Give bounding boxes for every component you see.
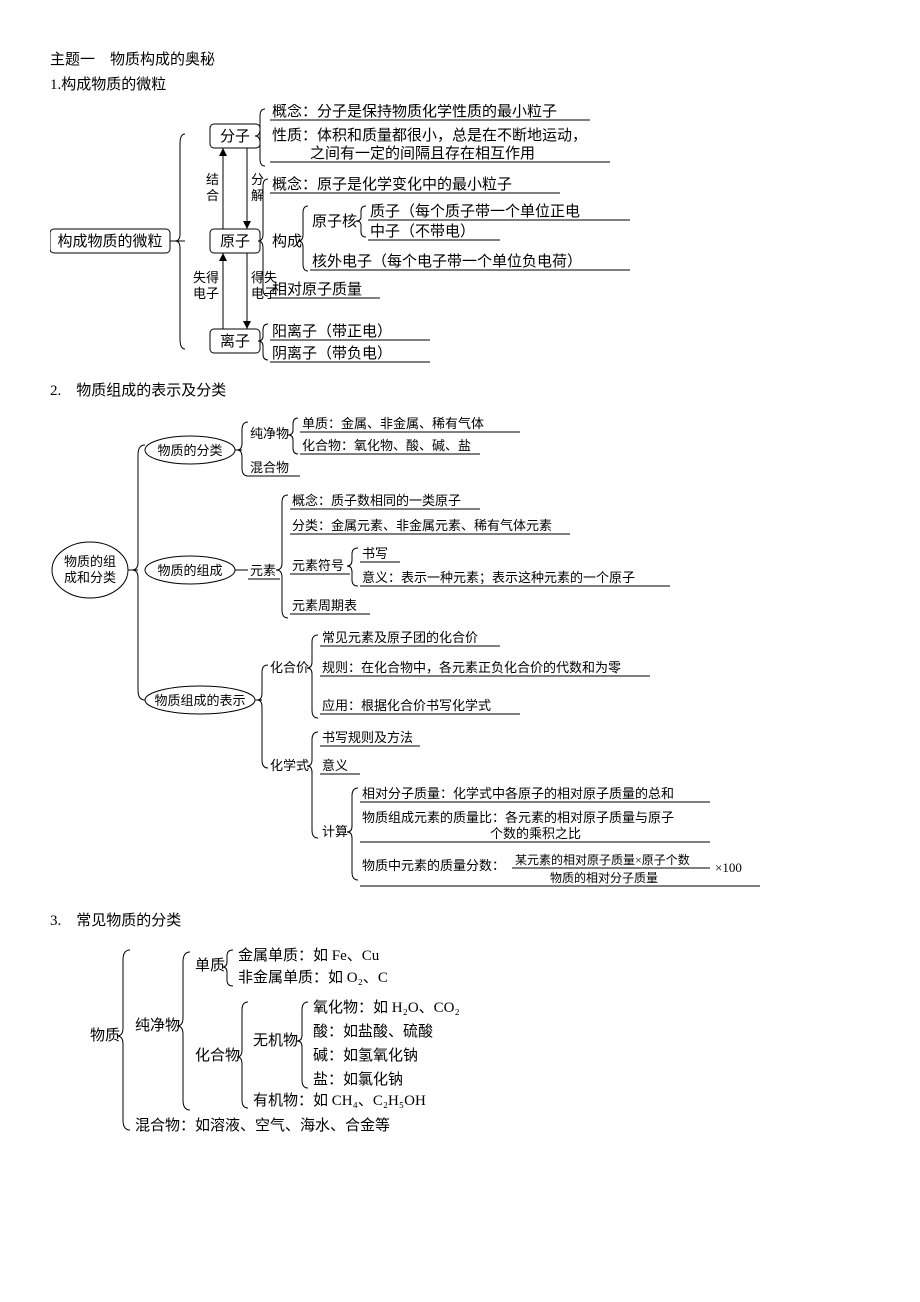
d2-root2: 成和分类 [64,570,116,585]
d3-salt: 盐：如氯化钠 [313,1071,403,1088]
d2-pure: 纯净物 [250,426,289,441]
d1-ion: 离子 [220,333,250,350]
d2-formula: 化学式 [270,758,309,773]
d2-simple: 单质：金属、非金属、稀有气体 [302,416,484,431]
d1-mol-prop2: 之间有一定的间隔且存在相互作用 [310,145,535,162]
d2-frac2: 物质的相对分子质量 [550,870,658,885]
d2-valence: 化合价 [270,660,309,675]
d1-decomp2: 解 [251,188,264,203]
d2-compound: 化合物：氧化物、酸、碱、盐 [302,438,471,453]
d2-rule: 规则：在化合物中，各元素正负化合价的代数和为零 [322,660,621,675]
d2-elem-concept: 概念：质子数相同的一类原子 [292,493,461,508]
d2-elem-cls: 分类：金属元素、非金属元素、稀有气体元素 [292,518,552,533]
d2-write: 书写 [362,546,388,561]
d2-comp: 物质的组成 [157,563,222,578]
d1-combine2: 合 [206,188,219,203]
d1-lose2: 电子 [193,286,219,301]
d2-root1: 物质的组 [64,554,116,569]
diagram-3: 物质 纯净物 混合物：如溶液、空气、海水、合金等 单质 化合物 金属单质：如 F… [50,940,650,1140]
d3-nonmetal: 非金属单质：如 O₂、C [238,969,388,986]
d2-fmean: 意义 [322,758,348,773]
d2-calc: 计算 [322,824,348,839]
d2-ratio2: 个数的乘积之比 [490,826,581,841]
d3-compound: 化合物 [195,1047,240,1064]
diagram-2: 物质的组 成和分类 物质的分类 纯净物 单质：金属、非金属、稀有气体 化合物：氧… [50,410,870,890]
d3-org: 有机物：如 CH₄、C₂H₅OH [253,1092,426,1109]
d2-ptable: 元素周期表 [292,598,357,613]
d2-frac0: 物质中元素的质量分数： [362,858,505,873]
d3-simple: 单质 [195,957,225,974]
d3-metal: 金属单质：如 Fe、Cu [238,947,380,964]
d1-mol-prop1: 性质：体积和质量都很小，总是在不断地运动， [272,127,587,144]
d1-decomp1: 分 [251,172,264,187]
d1-nucleus: 原子核 [312,213,357,230]
d3-acid: 酸：如盐酸、硫酸 [313,1023,433,1040]
diagram-1: 构成物质的微粒 分子 原子 离子 结 合 分 解 失得 电子 得失 电子 概念：… [50,104,870,364]
d3-inorg: 无机物 [253,1032,298,1049]
d2-relmm: 相对分子质量：化学式中各原子的相对原子质量的总和 [362,786,674,801]
section3-title: 3. 常见物质的分类 [50,911,870,932]
d3-mix: 混合物：如溶液、空气、海水、合金等 [135,1116,390,1134]
d1-mol-concept: 概念：分子是保持物质化学性质的最小粒子 [272,104,557,120]
d1-electron: 核外电子（每个电子带一个单位负电荷） [312,253,582,270]
d1-molecule: 分子 [220,128,250,145]
d1-atom: 原子 [220,233,250,250]
d3-base: 碱：如氢氧化钠 [313,1047,418,1064]
d2-meaning: 意义：表示一种元素；表示这种元素的一个原子 [362,570,635,586]
d1-proton: 质子（每个质子带一个单位正电 [370,203,580,220]
d2-cls: 物质的分类 [157,443,222,458]
d1-lose1: 失得 [193,270,219,285]
d1-cation: 阳离子（带正电） [272,323,392,340]
d1-relmass: 相对原子质量 [272,281,362,298]
section2-title: 2. 物质组成的表示及分类 [50,381,870,402]
d2-wrule: 书写规则及方法 [322,730,413,745]
main-title: 主题一 物质构成的奥秘 [50,50,870,71]
d2-elem: 元素 [250,563,276,578]
d1-atom-concept: 概念：原子是化学变化中的最小粒子 [272,175,512,193]
d2-mix: 混合物 [250,460,289,475]
d3-oxide: 氧化物：如 H₂O、CO₂ [313,999,460,1016]
d1-root: 构成物质的微粒 [57,233,162,250]
d1-anion: 阴离子（带负电） [272,345,392,362]
d3-pure: 纯净物 [135,1017,180,1034]
section1-title: 1.构成物质的微粒 [50,75,870,96]
d1-neutron: 中子（不带电） [370,223,475,240]
d2-common: 常见元素及原子团的化合价 [322,630,478,645]
d1-combine1: 结 [206,172,219,187]
d2-app: 应用：根据化合价书写化学式 [322,698,491,713]
d2-times100: ×100 [715,860,742,875]
d2-ratio1: 物质组成元素的质量比：各元素的相对原子质量与原子 [362,810,674,825]
d2-symbol: 元素符号 [292,558,344,573]
d2-frac1: 某元素的相对原子质量×原子个数 [515,852,690,867]
d3-matter: 物质 [90,1027,120,1044]
d2-rep: 物质组成的表示 [154,693,245,708]
d1-compose: 构成 [272,233,302,250]
